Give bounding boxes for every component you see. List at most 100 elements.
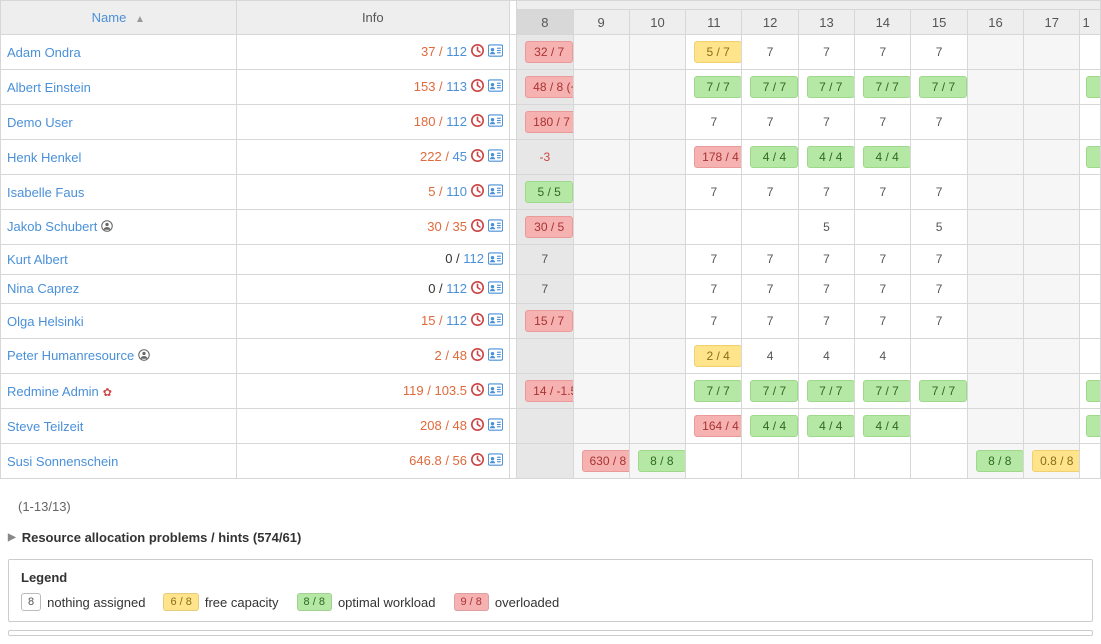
day-cell[interactable]: 630 / 8 (573, 444, 629, 479)
day-cell[interactable] (629, 175, 685, 210)
clock-icon[interactable] (471, 418, 484, 434)
day-cell[interactable] (573, 245, 629, 275)
vcard-icon[interactable] (488, 44, 503, 60)
day-cell[interactable]: 7 (798, 35, 854, 70)
day-cell[interactable] (967, 374, 1023, 409)
clock-icon[interactable] (471, 313, 484, 329)
day-cell[interactable] (1080, 175, 1101, 210)
day-cell[interactable] (1024, 245, 1080, 275)
day-cell[interactable]: 4 (1080, 140, 1101, 175)
day-cell[interactable]: 7 / 7 (686, 374, 742, 409)
vcard-icon[interactable] (488, 418, 503, 434)
day-cell[interactable] (1024, 210, 1080, 245)
day-cell[interactable]: 7 (798, 274, 854, 304)
day-header-16[interactable]: 16 (967, 10, 1023, 35)
day-cell[interactable] (1024, 374, 1080, 409)
resource-problems-toggle[interactable]: ▶ Resource allocation problems / hints (… (8, 530, 1093, 545)
day-cell[interactable]: 4 (855, 339, 911, 374)
day-cell[interactable]: 4 / 4 (855, 140, 911, 175)
day-cell[interactable]: 7 / 7 (742, 70, 798, 105)
day-header-11[interactable]: 11 (686, 10, 742, 35)
vcard-icon[interactable] (488, 313, 503, 329)
day-cell[interactable]: 7 (742, 274, 798, 304)
day-cell[interactable] (573, 35, 629, 70)
day-cell[interactable]: 30 / 5 (517, 210, 573, 245)
day-cell[interactable]: 15 / 7 (517, 304, 573, 339)
day-cell[interactable] (629, 304, 685, 339)
day-cell[interactable] (1080, 105, 1101, 140)
day-cell[interactable] (967, 245, 1023, 275)
info-denom-link[interactable]: 112 (446, 44, 467, 59)
day-cell[interactable]: 0.8 / 8 (1024, 444, 1080, 479)
user-link[interactable]: Nina Caprez (7, 281, 79, 296)
day-cell[interactable] (911, 140, 967, 175)
clock-icon[interactable] (471, 281, 484, 297)
day-cell[interactable]: 7 (855, 175, 911, 210)
day-cell[interactable]: 7 (855, 105, 911, 140)
user-link[interactable]: Steve Teilzeit (7, 419, 83, 434)
day-cell[interactable]: 7 (517, 274, 573, 304)
day-cell[interactable] (573, 105, 629, 140)
day-cell[interactable]: 7 (911, 304, 967, 339)
day-cell[interactable] (629, 105, 685, 140)
clock-icon[interactable] (471, 44, 484, 60)
column-header-info[interactable]: Info (236, 1, 509, 35)
day-cell[interactable] (573, 140, 629, 175)
day-cell[interactable]: 7 / 7 (855, 374, 911, 409)
day-cell[interactable] (573, 409, 629, 444)
clock-icon[interactable] (471, 184, 484, 200)
day-cell[interactable] (742, 210, 798, 245)
day-cell[interactable] (967, 304, 1023, 339)
day-cell[interactable]: 7 (911, 35, 967, 70)
day-cell[interactable] (967, 409, 1023, 444)
day-cell[interactable]: -3 (517, 140, 573, 175)
user-link[interactable]: Isabelle Faus (7, 185, 84, 200)
day-cell[interactable] (629, 140, 685, 175)
day-cell[interactable]: 5 (798, 210, 854, 245)
vcard-icon[interactable] (488, 149, 503, 165)
day-cell[interactable] (967, 175, 1023, 210)
day-cell[interactable] (1024, 304, 1080, 339)
day-cell[interactable]: 7 (686, 245, 742, 275)
day-cell[interactable] (967, 210, 1023, 245)
day-cell[interactable]: 7 / 7 (686, 70, 742, 105)
day-cell[interactable]: 7 (911, 245, 967, 275)
day-cell[interactable]: 7 (742, 304, 798, 339)
day-cell[interactable]: 7 (686, 274, 742, 304)
day-cell[interactable]: 178 / 4 (686, 140, 742, 175)
day-cell[interactable] (911, 339, 967, 374)
day-cell[interactable] (686, 444, 742, 479)
day-cell[interactable] (1080, 210, 1101, 245)
info-denom-link[interactable]: 112 (446, 313, 467, 328)
day-cell[interactable]: 4 / 4 (798, 409, 854, 444)
day-cell[interactable]: 7 (686, 175, 742, 210)
user-link[interactable]: Henk Henkel (7, 150, 81, 165)
user-link[interactable]: Jakob Schubert (7, 219, 97, 234)
day-cell[interactable]: 164 / 4 (686, 409, 742, 444)
day-cell[interactable]: 8 / 8 (629, 444, 685, 479)
day-cell[interactable]: 7 (855, 35, 911, 70)
day-cell[interactable] (1024, 175, 1080, 210)
day-cell[interactable]: 7 (798, 245, 854, 275)
day-cell[interactable]: 7 / 7 (855, 70, 911, 105)
user-link[interactable]: Demo User (7, 115, 73, 130)
clock-icon[interactable] (471, 348, 484, 364)
clock-icon[interactable] (471, 79, 484, 95)
day-cell[interactable]: 8 / 8 (967, 444, 1023, 479)
user-link[interactable]: Kurt Albert (7, 252, 68, 267)
user-link[interactable]: Albert Einstein (7, 80, 91, 95)
day-cell[interactable]: 180 / 7 (517, 105, 573, 140)
day-cell[interactable] (1024, 409, 1080, 444)
day-header-17[interactable]: 17 (1024, 10, 1080, 35)
user-link[interactable]: Susi Sonnenschein (7, 454, 118, 469)
day-cell[interactable]: 7 / 7 (742, 374, 798, 409)
day-cell[interactable] (1080, 35, 1101, 70)
day-cell[interactable] (629, 409, 685, 444)
vcard-icon[interactable] (488, 453, 503, 469)
day-header-9[interactable]: 9 (573, 10, 629, 35)
day-cell[interactable] (967, 105, 1023, 140)
day-cell[interactable] (573, 339, 629, 374)
day-cell[interactable]: 48 / 8 (+1) (517, 70, 573, 105)
day-header-13[interactable]: 13 (798, 10, 854, 35)
vcard-icon[interactable] (488, 79, 503, 95)
